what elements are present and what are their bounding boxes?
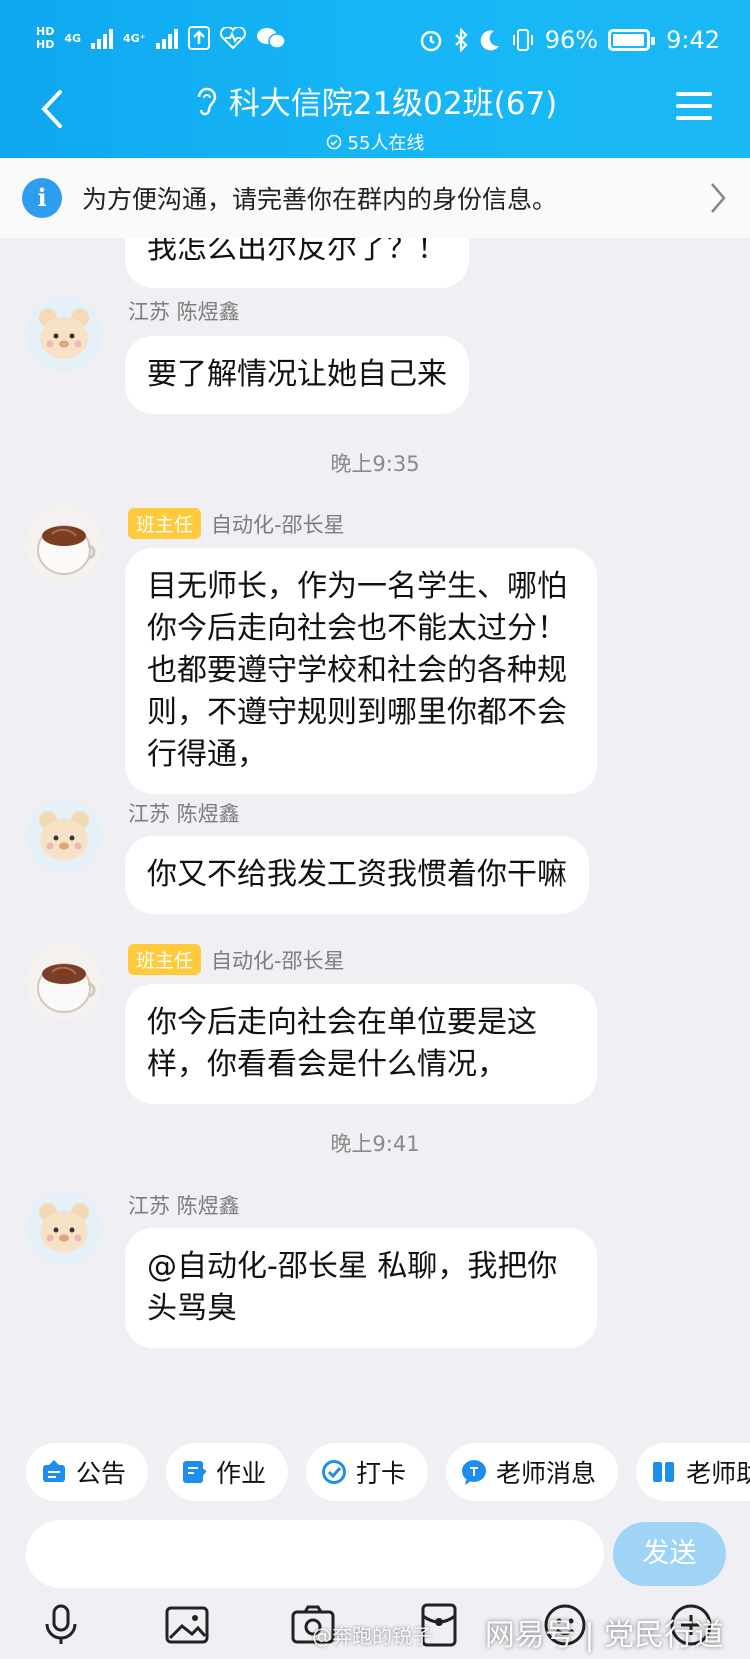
message-bubble[interactable]: @自动化-邵长星 私聊，我把你头骂臭 (125, 1228, 597, 1348)
avatar-bear[interactable] (26, 296, 102, 372)
send-button[interactable]: 发送 (613, 1522, 726, 1586)
head-teacher-badge: 班主任 (128, 944, 202, 975)
avatar-bear[interactable] (26, 1190, 102, 1266)
status-bar: HD HD 4G 4G⁺ 96% 9:42 (0, 0, 750, 84)
homework-label: 作业 (216, 1459, 267, 1488)
announcement-icon (43, 1460, 65, 1482)
bluetooth-icon (454, 28, 468, 52)
avatar-bear[interactable] (26, 798, 102, 874)
message-bubble[interactable]: 目无师长，作为一名学生、哪怕你今后走向社会也不能太过分！也都要遵守学校和社会的各… (125, 548, 597, 794)
teacher-message-button[interactable]: 老师消息 (446, 1443, 619, 1501)
checkin-button[interactable]: 打卡 (306, 1443, 429, 1501)
message-bubble[interactable]: 你又不给我发工资我惯着你干嘛 (125, 836, 589, 914)
netease-watermark: 网易号 | 党民行道 (484, 1618, 724, 1653)
sender-label: 江苏 陈煜鑫 (128, 300, 240, 324)
wechat-icon (256, 28, 286, 49)
chat-title: 科大信院21级02班(67) (228, 86, 558, 122)
quick-action-bar: 公告 作业 打卡 老师消息 老师助 (0, 1430, 750, 1514)
sender-label: 自动化-邵长星 (211, 948, 345, 973)
sender-label: 江苏 陈煜鑫 (128, 802, 240, 826)
online-count: 55人在线 (347, 133, 425, 154)
signal-icon-2 (155, 27, 178, 49)
profile-notice-banner[interactable]: i 为方便沟通，请完善你在群内的身份信息。 (0, 158, 750, 238)
avatar-cup[interactable] (26, 944, 102, 1020)
teacher-assistant-label: 老师助 (686, 1459, 750, 1488)
notice-text: 为方便沟通，请完善你在群内的身份信息。 (82, 185, 558, 214)
checkin-icon (322, 1460, 347, 1484)
sender-name: 班主任 自动化-邵长星 (128, 944, 345, 975)
message-bubble[interactable]: 你今后走向社会在单位要是这样，你看看会是什么情况， (125, 984, 597, 1104)
teacher-message-icon (462, 1460, 487, 1485)
checkin-label: 打卡 (356, 1459, 407, 1488)
sender-name: 江苏 陈煜鑫 (128, 798, 240, 828)
weibo-watermark: @奔跑的锐子 (312, 1624, 432, 1648)
voice-icon[interactable] (36, 1600, 86, 1650)
chat-title-area[interactable]: 科大信院21级02班(67) 55人在线 (0, 78, 750, 155)
clock-time: 9:42 (666, 26, 720, 54)
health-icon (219, 27, 246, 49)
alarm-icon (420, 30, 441, 52)
image-icon[interactable] (162, 1600, 212, 1650)
avatar-cup[interactable] (26, 506, 102, 582)
ear-icon (197, 87, 216, 115)
homework-icon (183, 1461, 207, 1483)
chevron-right-icon (711, 183, 726, 213)
chat-area[interactable]: 我怎么出尔反尔了？！ 江苏 陈煜鑫 要了解情况让她自己来 晚上9:35 班主任 … (0, 238, 750, 1430)
signal-icon (91, 27, 114, 49)
message-input[interactable] (26, 1520, 604, 1588)
battery-icon (608, 29, 656, 51)
sender-name: 班主任 自动化-邵长星 (128, 508, 345, 539)
battery-percent: 96% (544, 26, 599, 54)
homework-button[interactable]: 作业 (166, 1443, 289, 1501)
moon-icon (480, 30, 499, 51)
app-header: HD HD 4G 4G⁺ 96% 9:42 科大信院21级02班(67) 55人… (0, 0, 750, 158)
network-hd-label: HD (36, 25, 55, 38)
sender-name: 江苏 陈煜鑫 (128, 296, 240, 326)
vibrate-icon (512, 29, 533, 51)
sender-label: 自动化-邵长星 (211, 512, 345, 537)
teacher-assistant-button[interactable]: 老师助 (636, 1443, 750, 1501)
teacher-message-label: 老师消息 (496, 1459, 597, 1488)
input-row: 发送 (0, 1514, 750, 1596)
network-gen-label: 4G (64, 31, 82, 45)
teacher-assistant-icon (653, 1462, 675, 1482)
network-hd-label-2: HD (36, 38, 55, 51)
head-teacher-badge: 班主任 (128, 508, 202, 539)
sender-name: 江苏 陈煜鑫 (128, 1190, 240, 1220)
menu-icon[interactable] (676, 92, 712, 120)
timestamp: 晚上9:35 (330, 452, 420, 476)
message-bubble-partial[interactable]: 我怎么出尔反尔了？！ (125, 238, 469, 288)
message-bubble[interactable]: 要了解情况让她自己来 (125, 336, 469, 414)
upload-icon (187, 26, 210, 50)
timestamp: 晚上9:41 (330, 1132, 420, 1156)
announcement-button[interactable]: 公告 (26, 1443, 149, 1501)
sender-label: 江苏 陈煜鑫 (128, 1194, 240, 1218)
online-check-icon (326, 134, 341, 150)
network-gen-label-2: 4G⁺ (123, 31, 146, 45)
announcement-label: 公告 (76, 1459, 127, 1488)
info-icon: i (22, 178, 62, 218)
